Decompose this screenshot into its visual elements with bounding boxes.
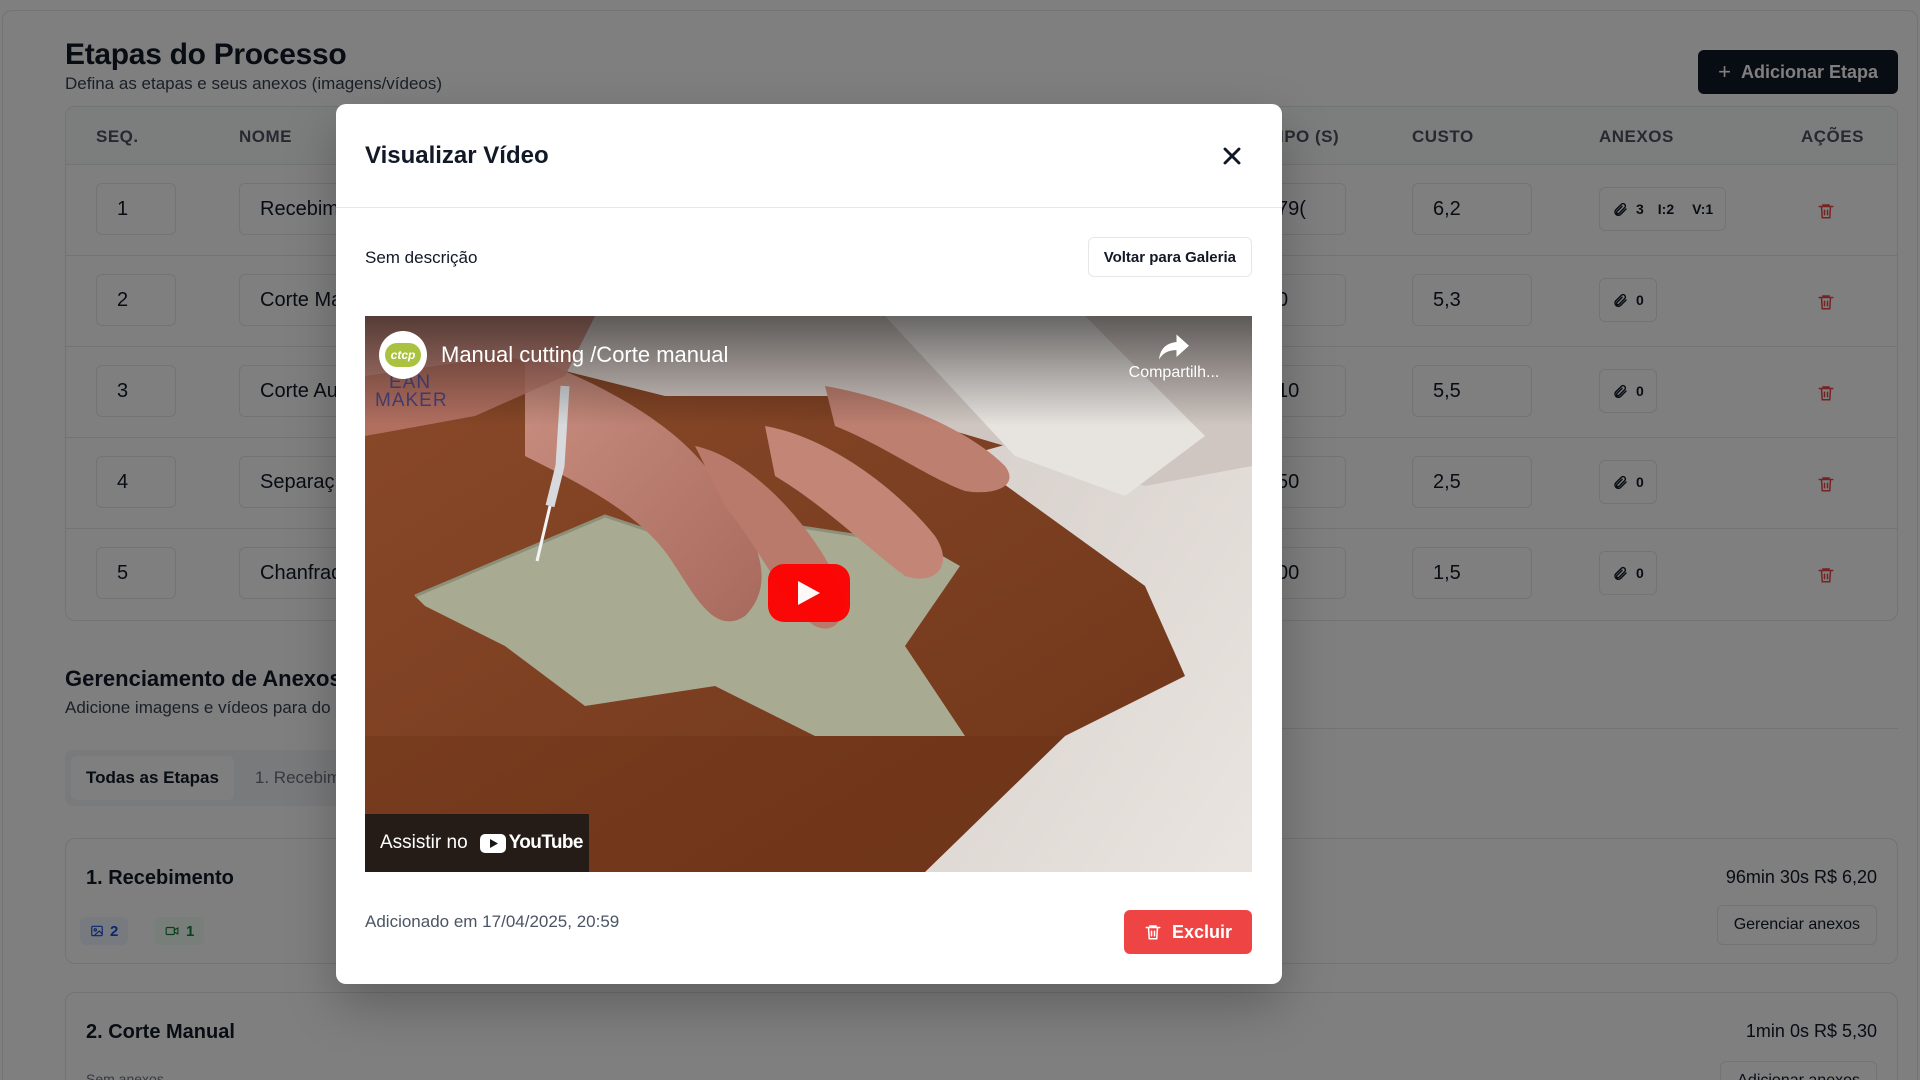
play-button[interactable] bbox=[768, 564, 850, 622]
close-button[interactable] bbox=[1218, 142, 1246, 170]
youtube-logo: YouTube bbox=[479, 832, 584, 854]
delete-button[interactable]: Excluir bbox=[1123, 910, 1252, 954]
channel-watermark: EAN MAKER bbox=[375, 373, 448, 411]
video-viewer-modal: Visualizar Vídeo Sem descrição Voltar pa… bbox=[336, 104, 1282, 984]
video-title[interactable]: Manual cutting /Corte manual bbox=[441, 342, 728, 368]
back-to-gallery-button[interactable]: Voltar para Galeria bbox=[1087, 237, 1252, 277]
close-icon bbox=[1223, 147, 1241, 165]
share-label: Compartilh... bbox=[1128, 364, 1220, 381]
youtube-video-player[interactable]: EAN MAKER ctcp Manual cutting /Corte man… bbox=[365, 316, 1252, 872]
delete-label: Excluir bbox=[1171, 921, 1232, 942]
video-top-bar bbox=[365, 316, 1252, 426]
video-description: Sem descrição bbox=[365, 248, 478, 267]
trash-icon bbox=[1145, 925, 1161, 940]
youtube-icon bbox=[479, 833, 506, 853]
watermark-line-2: MAKER bbox=[375, 390, 448, 411]
share-button[interactable]: Compartilh... bbox=[1124, 334, 1224, 382]
channel-avatar[interactable]: ctcp bbox=[379, 331, 427, 379]
modal-title: Visualizar Vídeo bbox=[365, 142, 549, 169]
youtube-wordmark: YouTube bbox=[508, 832, 584, 853]
channel-logo-text: ctcp bbox=[385, 343, 421, 367]
modal-header: Visualizar Vídeo bbox=[336, 104, 1282, 208]
added-at-timestamp: Adicionado em 17/04/2025, 20:59 bbox=[365, 912, 620, 931]
watch-on-youtube-button[interactable]: Assistir no YouTube bbox=[365, 814, 589, 872]
play-icon bbox=[798, 581, 820, 605]
watch-on-label: Assistir no bbox=[380, 832, 468, 853]
share-icon bbox=[1159, 334, 1189, 360]
